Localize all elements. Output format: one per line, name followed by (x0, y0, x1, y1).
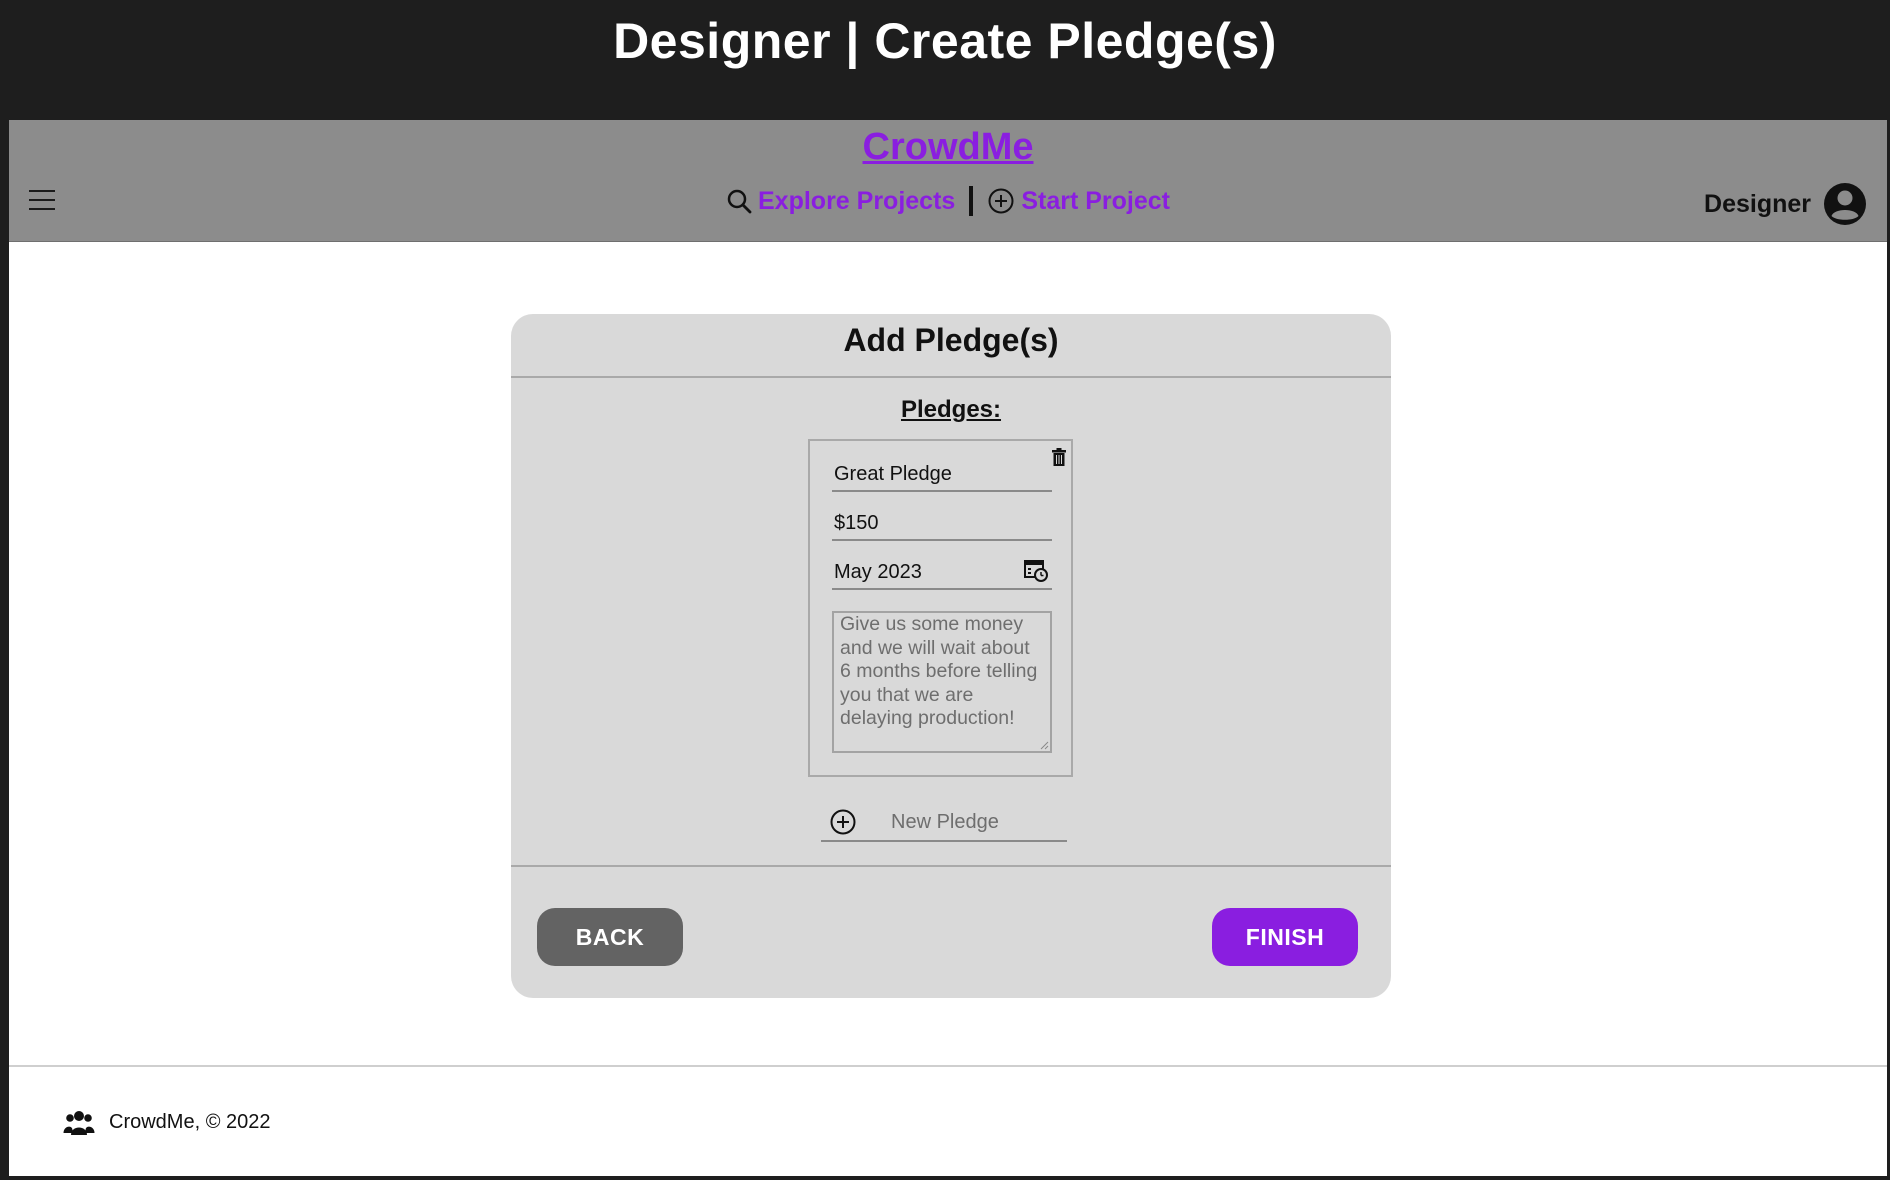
app-frame: CrowdMe Explore Projects Start Project D… (9, 120, 1887, 1176)
nav-links: Explore Projects Start Project (9, 186, 1887, 216)
pledge-date-field[interactable]: May 2023 (832, 554, 1052, 590)
back-button[interactable]: BACK (537, 908, 683, 966)
search-icon (727, 189, 752, 214)
pledge-name-field[interactable]: Great Pledge (832, 456, 1052, 492)
people-group-icon (63, 1111, 95, 1135)
new-pledge-button[interactable]: New Pledge (821, 804, 1067, 842)
start-project-label: Start Project (1021, 186, 1170, 215)
plus-circle-icon (988, 188, 1014, 214)
explore-projects-link[interactable]: Explore Projects (726, 187, 955, 216)
pledge-description-textarea[interactable]: Give us some money and we will wait abou… (832, 611, 1052, 753)
pledge-date-value: May 2023 (834, 561, 922, 583)
navbar: CrowdMe Explore Projects Start Project D… (9, 120, 1887, 242)
brand-link[interactable]: CrowdMe (9, 126, 1887, 169)
footer: CrowdMe, © 2022 (63, 1108, 270, 1136)
pledge-amount-field[interactable]: $150 (832, 505, 1052, 541)
explore-projects-label: Explore Projects (758, 186, 956, 215)
window-title: Designer | Create Pledge(s) (613, 13, 1277, 69)
calendar-icon[interactable] (1024, 560, 1048, 582)
trash-icon[interactable] (1052, 448, 1066, 466)
user-name: Designer (1704, 189, 1811, 218)
pledge-item: Great Pledge $150 May 2023 Give us some … (808, 439, 1073, 777)
new-pledge-label: New Pledge (891, 810, 999, 833)
card-divider (511, 865, 1391, 867)
finish-button[interactable]: FINISH (1212, 908, 1358, 966)
pledge-description-text: Give us some money and we will wait abou… (840, 613, 1038, 729)
plus-circle-icon (830, 809, 856, 835)
user-menu[interactable]: Designer (1704, 182, 1867, 226)
nav-separator (969, 186, 974, 216)
footer-divider (9, 1065, 1887, 1067)
resize-grip-icon[interactable] (1039, 740, 1049, 750)
user-avatar-icon (1824, 183, 1866, 225)
start-project-link[interactable]: Start Project (987, 187, 1170, 216)
pledges-heading: Pledges: (900, 396, 1002, 423)
footer-copyright: CrowdMe, © 2022 (109, 1110, 271, 1133)
card-title: Add Pledge(s) (511, 314, 1391, 378)
add-pledges-card: Add Pledge(s) Pledges: Great Pledge $150… (511, 314, 1391, 998)
